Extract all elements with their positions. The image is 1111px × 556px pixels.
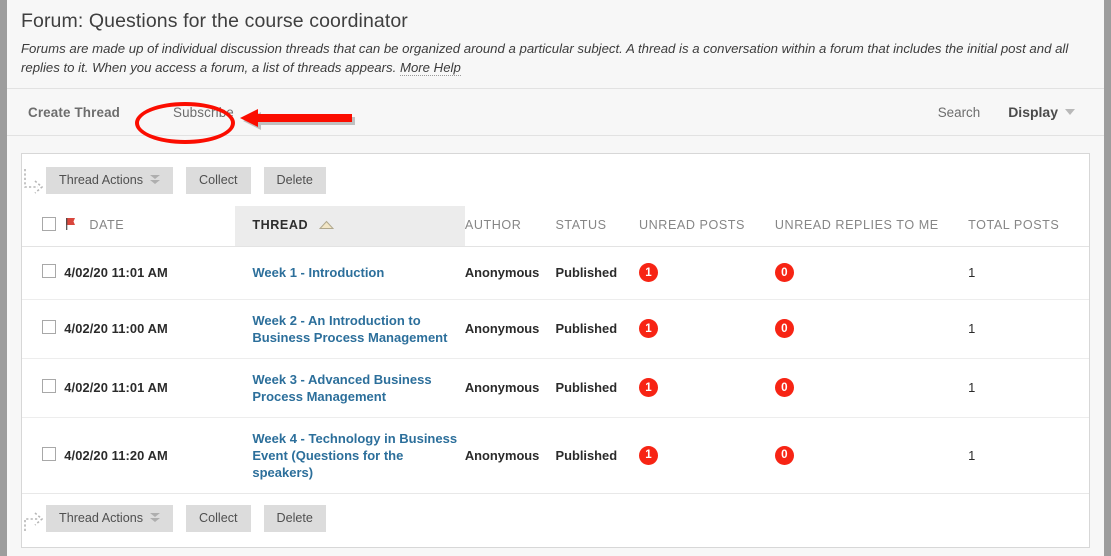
row-status: Published (555, 299, 640, 359)
row-date: 4/02/20 11:00 AM (64, 299, 236, 359)
action-bar-right-group: Search Display (938, 104, 1090, 120)
more-help-link[interactable]: More Help (399, 59, 461, 76)
checkbox-unchecked-icon[interactable] (42, 446, 56, 461)
row-thread: Week 2 - An Introduction to Business Pro… (235, 299, 465, 359)
unread-replies-badge: 0 (774, 378, 794, 398)
dotted-arrow-icon (22, 505, 44, 535)
checkbox-unchecked-icon[interactable] (42, 320, 56, 335)
row-unread-posts: 1 (639, 299, 775, 359)
row-author: Anonymous (464, 447, 540, 463)
row-total-posts: 1 (968, 246, 1089, 300)
column-header-unread-replies[interactable]: UNREAD REPLIES TO ME (774, 206, 969, 247)
thread-actions-button[interactable]: Thread Actions (46, 166, 174, 194)
unread-replies-badge: 0 (774, 445, 794, 465)
row-thread: Week 4 - Technology in Business Event (Q… (235, 417, 465, 493)
page-header: Forum: Questions for the course coordina… (7, 0, 1104, 78)
action-bar: Create Thread Subscribe Search Display (7, 88, 1104, 137)
row-total-posts: 1 (968, 447, 976, 463)
unread-posts-badge: 1 (639, 263, 659, 283)
double-chevron-down-icon (150, 174, 161, 186)
thread-table: DATE THREAD AUTHOR STATUS UNREAD POSTS U… (22, 206, 1089, 493)
column-header-author[interactable]: AUTHOR (464, 206, 556, 247)
row-thread: Week 1 - Introduction (235, 246, 465, 300)
row-status: Published (555, 447, 618, 463)
chevron-down-icon (1065, 108, 1076, 116)
row-date: 4/02/20 11:01 AM (64, 246, 236, 300)
row-select-cell[interactable] (22, 358, 65, 418)
thread-table-head: DATE THREAD AUTHOR STATUS UNREAD POSTS U… (22, 206, 1089, 247)
table-row: 4/02/20 11:00 AM Week 2 - An Introductio… (22, 299, 1089, 359)
table-header-row: DATE THREAD AUTHOR STATUS UNREAD POSTS U… (22, 206, 1089, 247)
table-row: 4/02/20 11:01 AM Week 1 - Introduction A… (22, 246, 1089, 300)
row-unread-replies: 0 (774, 299, 969, 359)
row-unread-posts: 1 (639, 358, 775, 418)
row-total-posts: 1 (968, 358, 1089, 418)
collect-button[interactable]: Collect (186, 504, 251, 532)
double-chevron-down-icon (150, 512, 161, 524)
display-menu-label: Display (1008, 104, 1058, 121)
thread-list-card: Thread Actions Collect Delete DATE THREA… (21, 153, 1090, 549)
checkbox-unchecked-icon[interactable] (42, 216, 56, 231)
checkbox-unchecked-icon[interactable] (42, 264, 56, 279)
table-row: 4/02/20 11:01 AM Week 3 - Advanced Busin… (22, 358, 1089, 418)
unread-replies-badge: 0 (774, 263, 794, 283)
thread-link[interactable]: Week 2 - An Introduction to Business Pro… (252, 312, 465, 346)
row-status: Published (555, 246, 640, 300)
create-thread-button[interactable]: Create Thread (28, 105, 120, 120)
checkbox-unchecked-icon[interactable] (42, 379, 56, 394)
select-all-header[interactable] (22, 206, 65, 247)
thread-table-body: 4/02/20 11:01 AM Week 1 - Introduction A… (22, 246, 1089, 493)
red-flag-icon (64, 217, 77, 234)
thread-actions-label: Thread Actions (59, 511, 144, 526)
collect-button[interactable]: Collect (186, 166, 251, 194)
delete-button[interactable]: Delete (263, 166, 326, 194)
dotted-arrow-icon (22, 168, 44, 198)
row-thread: Week 3 - Advanced Business Process Manag… (235, 358, 465, 418)
row-unread-posts: 1 (639, 246, 775, 300)
unread-posts-badge: 1 (639, 319, 659, 339)
row-select-cell[interactable] (22, 417, 64, 493)
row-date: 4/02/20 11:01 AM (64, 358, 236, 418)
column-header-status[interactable]: STATUS (555, 206, 640, 247)
triangle-up-icon (319, 219, 335, 233)
display-menu-button[interactable]: Display (1008, 104, 1076, 120)
thread-actions-button[interactable]: Thread Actions (46, 504, 174, 532)
column-header-total-posts[interactable]: TOTAL POSTS (968, 206, 1089, 247)
column-header-thread[interactable]: THREAD (235, 206, 465, 247)
subscribe-button[interactable]: Subscribe (173, 105, 234, 120)
row-total-posts: 1 (968, 299, 1089, 359)
row-unread-replies: 0 (774, 417, 968, 493)
table-row: 4/02/20 11:20 AM Week 4 - Technology in … (22, 417, 1089, 493)
thread-toolbar-bottom: Thread Actions Collect Delete (22, 492, 1089, 543)
row-unread-replies: 0 (774, 358, 969, 418)
search-button[interactable]: Search (938, 105, 980, 120)
page-description-text: Forums are made up of individual discuss… (21, 41, 1069, 75)
thread-link[interactable]: Week 3 - Advanced Business Process Manag… (252, 371, 465, 405)
thread-link[interactable]: Week 1 - Introduction (252, 264, 384, 281)
column-header-date[interactable]: DATE (64, 206, 236, 247)
column-header-unread-posts[interactable]: UNREAD POSTS (639, 206, 775, 247)
thread-toolbar-top: Thread Actions Collect Delete (22, 154, 1089, 206)
row-unread-replies: 0 (774, 246, 969, 300)
forum-page: Forum: Questions for the course coordina… (7, 0, 1104, 556)
row-select-cell[interactable] (22, 299, 65, 359)
row-date: 4/02/20 11:20 AM (64, 447, 168, 463)
row-author: Anonymous (464, 246, 556, 300)
row-unread-posts: 1 (639, 417, 775, 493)
page-description: Forums are made up of individual discuss… (21, 40, 1090, 77)
unread-replies-badge: 0 (774, 319, 794, 339)
delete-button[interactable]: Delete (263, 504, 326, 532)
page-title: Forum: Questions for the course coordina… (21, 10, 408, 32)
browser-window: Forum: Questions for the course coordina… (0, 0, 1111, 556)
thread-link[interactable]: Week 4 - Technology in Business Event (Q… (252, 430, 465, 481)
row-status: Published (555, 358, 640, 418)
row-author: Anonymous (464, 299, 556, 359)
unread-posts-badge: 1 (639, 445, 659, 465)
column-header-date-label: DATE (89, 217, 125, 232)
column-header-thread-label: THREAD (252, 218, 309, 233)
row-select-cell[interactable] (22, 246, 65, 300)
thread-actions-label: Thread Actions (59, 173, 144, 188)
row-author: Anonymous (464, 358, 556, 418)
unread-posts-badge: 1 (639, 378, 659, 398)
